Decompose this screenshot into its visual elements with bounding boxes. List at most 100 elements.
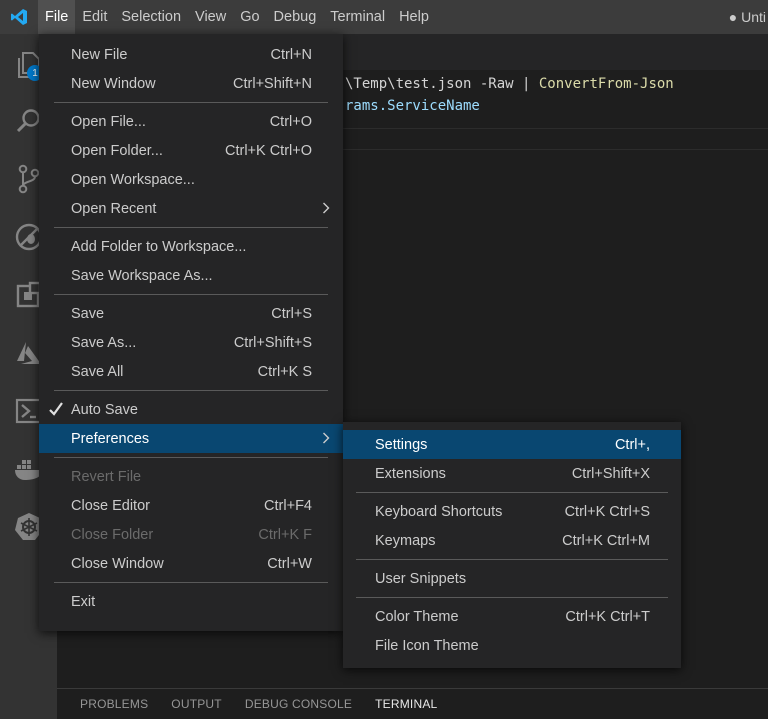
menu-separator bbox=[54, 582, 328, 583]
tab-output[interactable]: OUTPUT bbox=[171, 697, 222, 711]
preferences-item-file-icon-theme[interactable]: File Icon Theme bbox=[343, 631, 681, 660]
menu-item-label: Open Recent bbox=[71, 200, 157, 217]
menu-item-label: User Snippets bbox=[375, 570, 467, 587]
menu-item-shortcut: Ctrl+K F bbox=[258, 526, 312, 543]
menu-edit[interactable]: Edit bbox=[75, 0, 114, 34]
file-menu-item-add-folder-to-workspace[interactable]: Add Folder to Workspace... bbox=[39, 232, 343, 261]
tab-terminal[interactable]: TERMINAL bbox=[375, 697, 437, 711]
file-menu-item-new-file[interactable]: New File Ctrl+N bbox=[39, 40, 343, 69]
menu-item-label: Open File... bbox=[71, 113, 146, 130]
menu-item-label: File Icon Theme bbox=[375, 637, 479, 654]
file-menu-item-exit[interactable]: Exit bbox=[39, 587, 343, 616]
menu-item-label: Color Theme bbox=[375, 608, 459, 625]
menu-item-label: Settings bbox=[375, 436, 428, 453]
menu-item-shortcut: Ctrl+F4 bbox=[264, 497, 312, 514]
menu-item-shortcut: Ctrl+K Ctrl+M bbox=[562, 532, 650, 549]
chevron-right-icon bbox=[322, 201, 330, 217]
menu-item-label: Open Folder... bbox=[71, 142, 163, 159]
file-menu-item-save[interactable]: Save Ctrl+S bbox=[39, 299, 343, 328]
menu-item-label: Open Workspace... bbox=[71, 171, 195, 188]
vscode-logo-icon bbox=[0, 0, 38, 34]
menu-item-label: Keymaps bbox=[375, 532, 436, 549]
file-menu-item-new-window[interactable]: New Window Ctrl+Shift+N bbox=[39, 69, 343, 98]
preferences-item-color-theme[interactable]: Color Theme Ctrl+K Ctrl+T bbox=[343, 602, 681, 631]
code-line-1-cmd: ConvertFrom-Json bbox=[538, 76, 674, 92]
menu-item-label: Auto Save bbox=[71, 401, 138, 418]
menu-item-label: Close Window bbox=[71, 555, 164, 572]
menu-item-label: Close Editor bbox=[71, 497, 150, 514]
file-menu: New File Ctrl+N New Window Ctrl+Shift+N Open… bbox=[39, 34, 343, 631]
menu-separator bbox=[356, 597, 668, 598]
menu-item-shortcut: Ctrl+K Ctrl+S bbox=[564, 503, 650, 520]
file-menu-item-auto-save[interactable]: Auto Save bbox=[39, 395, 343, 424]
menu-separator bbox=[54, 390, 328, 391]
file-menu-item-open-file[interactable]: Open File... Ctrl+O bbox=[39, 107, 343, 136]
file-menu-item-open-recent[interactable]: Open Recent bbox=[39, 194, 343, 223]
menu-item-label: Exit bbox=[71, 593, 96, 610]
menu-item-shortcut: Ctrl+K Ctrl+O bbox=[224, 142, 312, 159]
menu-terminal[interactable]: Terminal bbox=[323, 0, 392, 34]
menu-item-label: Save All bbox=[71, 363, 124, 380]
menu-item-label: New Window bbox=[71, 75, 156, 92]
tab-problems[interactable]: PROBLEMS bbox=[80, 697, 148, 711]
menu-bar: File Edit Selection View Go Debug Terminal Help bbox=[38, 0, 436, 34]
menu-separator bbox=[54, 102, 328, 103]
file-menu-item-preferences[interactable]: Preferences bbox=[39, 424, 343, 453]
menu-item-label: Preferences bbox=[71, 430, 150, 447]
menu-item-shortcut: Ctrl+N bbox=[270, 46, 313, 63]
file-menu-item-save-workspace-as[interactable]: Save Workspace As... bbox=[39, 261, 343, 290]
menu-item-shortcut: Ctrl+K Ctrl+T bbox=[565, 608, 650, 625]
preferences-submenu: Settings Ctrl+, Extensions Ctrl+Shift+X Keyb… bbox=[343, 422, 681, 668]
code-line-2-prop: rams.ServiceName bbox=[345, 98, 480, 114]
menu-item-label: Keyboard Shortcuts bbox=[375, 503, 503, 520]
file-menu-item-close-folder: Close Folder Ctrl+K F bbox=[39, 520, 343, 549]
file-menu-item-close-editor[interactable]: Close Editor Ctrl+F4 bbox=[39, 491, 343, 520]
menu-item-shortcut: Ctrl+K S bbox=[257, 363, 312, 380]
menu-item-shortcut: Ctrl+Shift+S bbox=[233, 334, 312, 351]
menu-item-label: Save bbox=[71, 305, 105, 322]
file-menu-item-save-all[interactable]: Save All Ctrl+K S bbox=[39, 357, 343, 386]
menu-item-shortcut: Ctrl+O bbox=[269, 113, 312, 130]
menu-file[interactable]: File bbox=[38, 0, 76, 34]
window-title: ● Unti bbox=[728, 9, 766, 25]
menu-selection[interactable]: Selection bbox=[114, 0, 188, 34]
menu-item-shortcut: Ctrl+W bbox=[267, 555, 312, 572]
menu-item-label: New File bbox=[71, 46, 128, 63]
menu-separator bbox=[356, 559, 668, 560]
preferences-item-user-snippets[interactable]: User Snippets bbox=[343, 564, 681, 593]
menu-debug[interactable]: Debug bbox=[267, 0, 324, 34]
menu-item-label: Save Workspace As... bbox=[71, 267, 213, 284]
file-menu-item-close-window[interactable]: Close Window Ctrl+W bbox=[39, 549, 343, 578]
title-bar: File Edit Selection View Go Debug Terminal Help… bbox=[0, 0, 768, 34]
current-line-highlight bbox=[340, 128, 768, 150]
file-menu-item-open-workspace[interactable]: Open Workspace... bbox=[39, 165, 343, 194]
menu-item-label: Extensions bbox=[375, 465, 446, 482]
preferences-item-settings[interactable]: Settings Ctrl+, bbox=[343, 430, 681, 459]
preferences-item-keymaps[interactable]: Keymaps Ctrl+K Ctrl+M bbox=[343, 526, 681, 555]
menu-separator bbox=[54, 294, 328, 295]
file-menu-item-open-folder[interactable]: Open Folder... Ctrl+K Ctrl+O bbox=[39, 136, 343, 165]
menu-separator bbox=[356, 492, 668, 493]
menu-item-label: Close Folder bbox=[71, 526, 154, 543]
menu-item-shortcut: Ctrl+Shift+X bbox=[571, 465, 650, 482]
code-line-1: \Temp\test.json -Raw | ConvertFrom-Json bbox=[345, 76, 674, 92]
check-icon bbox=[48, 401, 64, 421]
panel-tabs: PROBLEMS OUTPUT DEBUG CONSOLE TERMINAL bbox=[57, 688, 768, 719]
menu-view[interactable]: View bbox=[188, 0, 233, 34]
chevron-right-icon bbox=[322, 431, 330, 447]
menu-help[interactable]: Help bbox=[392, 0, 436, 34]
menu-go[interactable]: Go bbox=[233, 0, 266, 34]
tab-debug-console[interactable]: DEBUG CONSOLE bbox=[245, 697, 352, 711]
menu-separator bbox=[54, 227, 328, 228]
menu-separator bbox=[54, 457, 328, 458]
file-menu-item-save-as[interactable]: Save As... Ctrl+Shift+S bbox=[39, 328, 343, 357]
file-menu-item-revert-file: Revert File bbox=[39, 462, 343, 491]
menu-item-label: Save As... bbox=[71, 334, 137, 351]
menu-item-shortcut: Ctrl+S bbox=[271, 305, 312, 322]
menu-item-shortcut: Ctrl+, bbox=[614, 436, 650, 453]
menu-item-label: Revert File bbox=[71, 468, 142, 485]
preferences-item-keyboard-shortcuts[interactable]: Keyboard Shortcuts Ctrl+K Ctrl+S bbox=[343, 497, 681, 526]
menu-item-shortcut: Ctrl+Shift+N bbox=[233, 75, 312, 92]
preferences-item-extensions[interactable]: Extensions Ctrl+Shift+X bbox=[343, 459, 681, 488]
code-line-1-path: \Temp\test.json -Raw | bbox=[345, 76, 539, 92]
